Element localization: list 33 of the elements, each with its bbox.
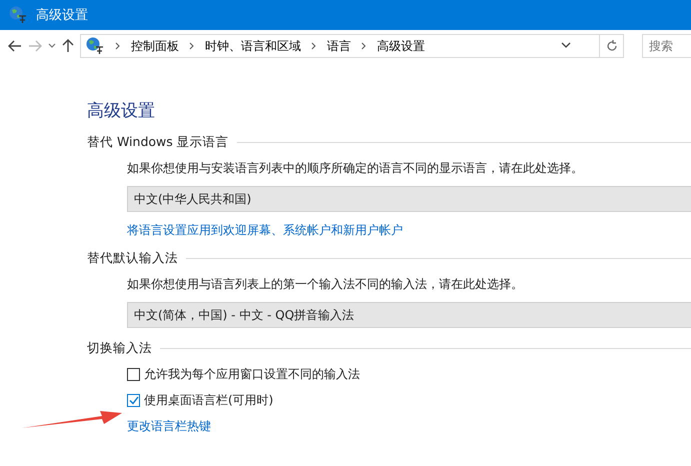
description-text: 如果你想使用与语言列表上的第一个输入法不同的输入法，请在此处选择。 — [127, 276, 524, 292]
breadcrumb[interactable]: 高级设置 — [377, 38, 425, 54]
chevron-icon — [311, 42, 317, 50]
app-icon — [8, 5, 28, 25]
dropdown-icon[interactable] — [561, 42, 571, 49]
checkbox[interactable] — [127, 368, 140, 380]
breadcrumb[interactable]: 语言 — [327, 38, 351, 54]
page-heading: 高级设置 — [87, 100, 156, 122]
chevron-icon — [189, 42, 195, 50]
control-panel-icon — [85, 36, 105, 56]
section-title: 替代默认输入法 — [87, 250, 178, 266]
section-title: 切换输入法 — [87, 340, 152, 356]
address-bar[interactable]: 控制面板 时钟、语言和区域 语言 高级设置 — [80, 34, 600, 58]
search-field[interactable]: 搜索 — [642, 34, 691, 58]
dropdown[interactable]: 中文(简体，中国) - 中文 - QQ拼音输入法 — [127, 302, 691, 328]
window-title: 高级设置 — [36, 7, 88, 24]
section-title: 替代 Windows 显示语言 — [87, 134, 229, 150]
checkbox-label[interactable]: 允许我为每个应用窗口设置不同的输入法 — [144, 366, 360, 382]
chevron-icon — [361, 42, 367, 50]
recent-locations-button[interactable] — [48, 43, 56, 49]
description-text: 如果你想使用与安装语言列表中的顺序所确定的语言不同的显示语言，请在此处选择。 — [127, 160, 584, 176]
checkbox[interactable] — [127, 394, 140, 406]
link[interactable]: 更改语言栏热键 — [127, 419, 211, 433]
link[interactable]: 将语言设置应用到欢迎屏幕、系统帐户和新用户帐户 — [127, 223, 403, 237]
back-button[interactable] — [8, 40, 22, 52]
checkbox-label[interactable]: 使用桌面语言栏(可用时) — [144, 392, 274, 408]
chevron-icon — [115, 42, 121, 50]
dropdown[interactable]: 中文(中华人民共和国) — [127, 186, 691, 212]
breadcrumb[interactable]: 时钟、语言和区域 — [205, 38, 301, 54]
refresh-button[interactable] — [600, 34, 624, 58]
up-button[interactable] — [62, 39, 74, 53]
breadcrumb[interactable]: 控制面板 — [131, 38, 179, 54]
refresh-icon — [606, 40, 618, 52]
